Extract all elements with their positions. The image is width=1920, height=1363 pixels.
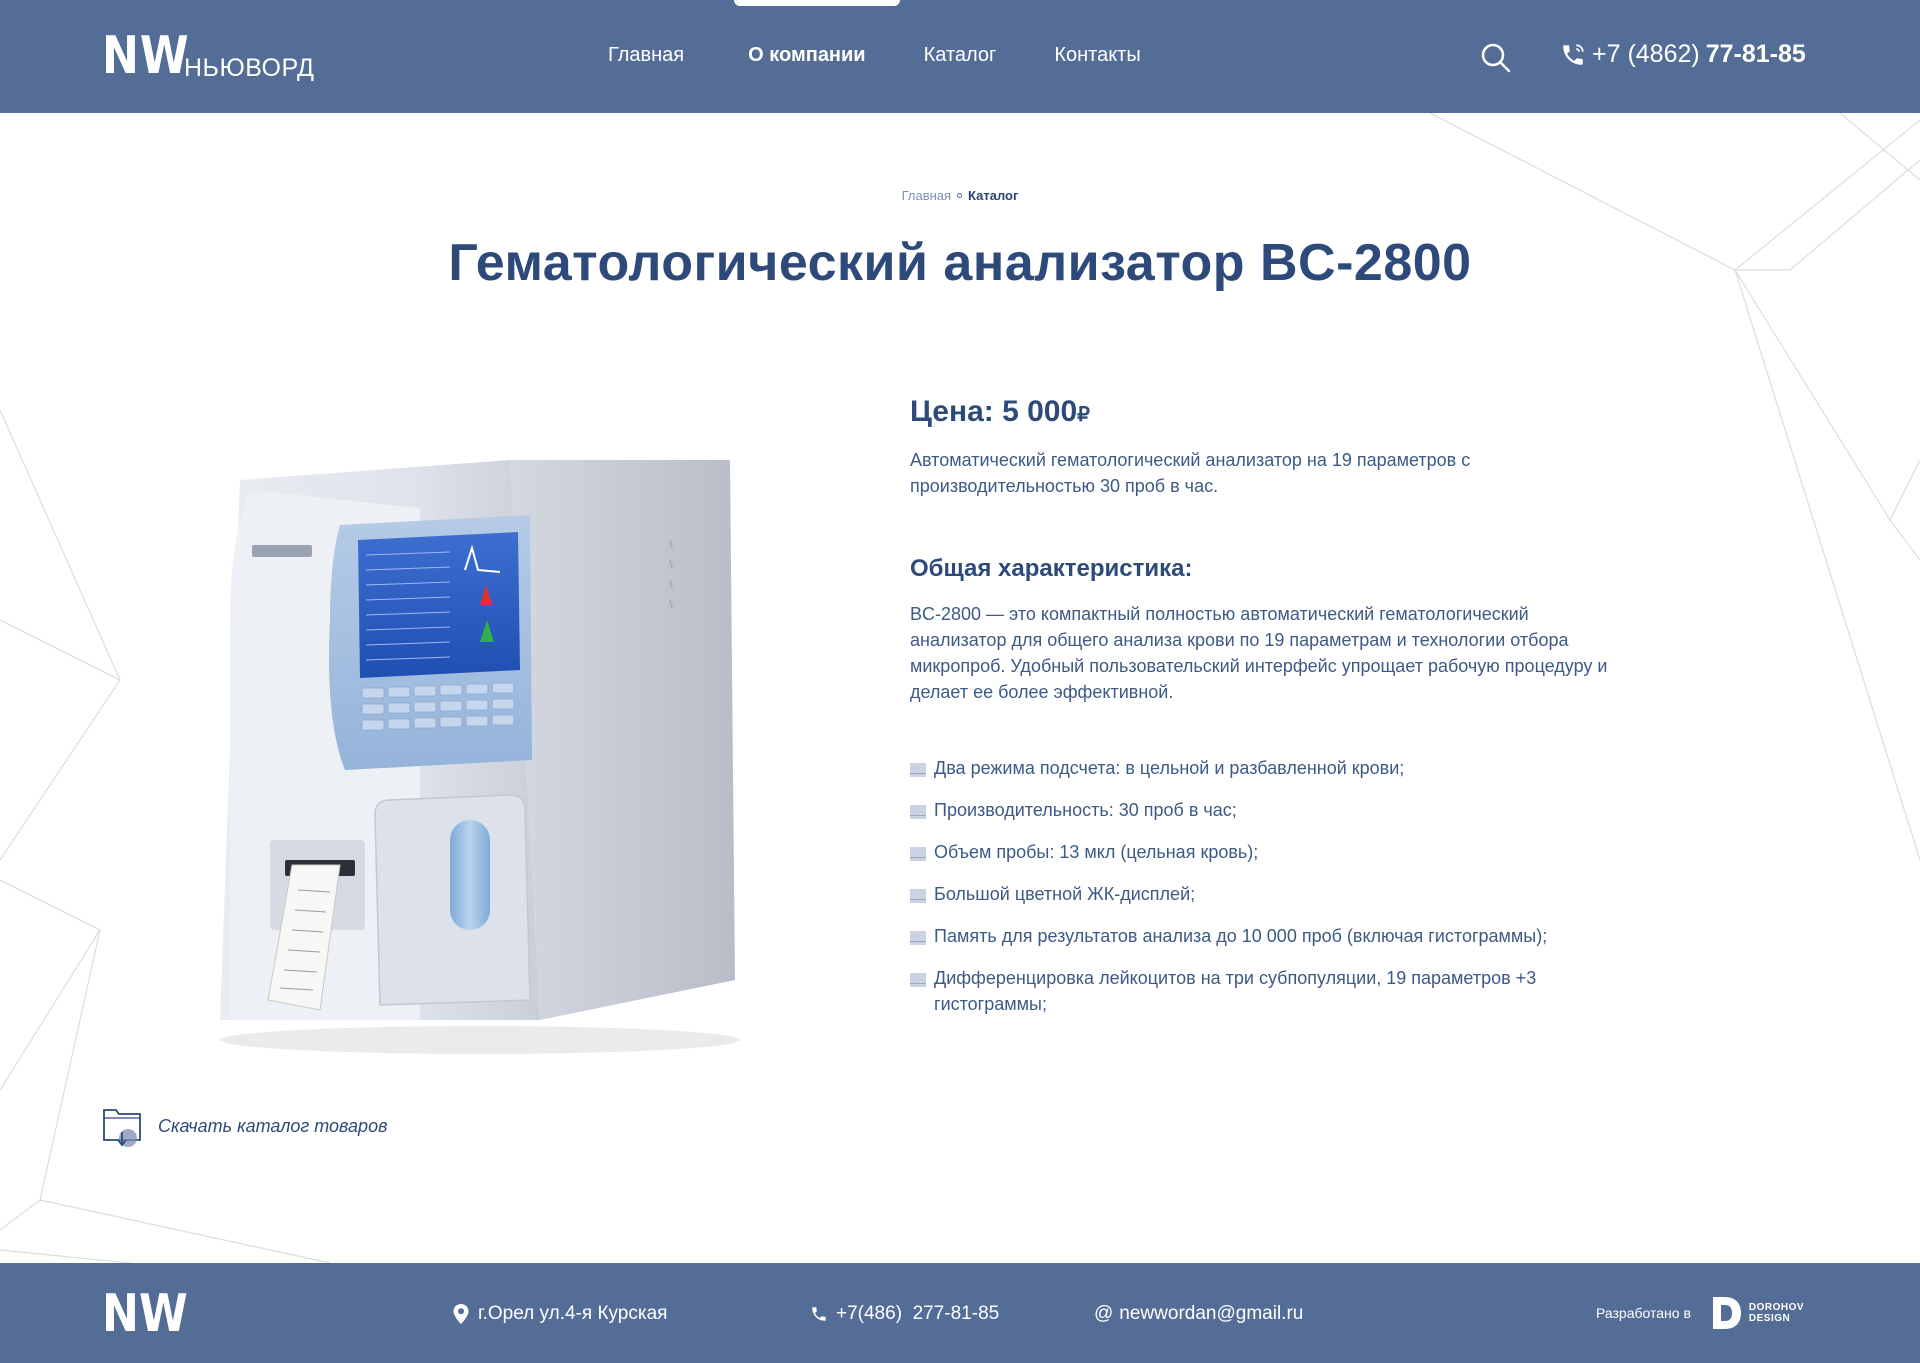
logo-mark: NW [102, 26, 190, 86]
download-catalog-label: Скачать каталог товаров [158, 1115, 388, 1136]
footer-phone-text: +7(486) 277-81-85 [836, 1303, 1000, 1324]
feature-text: Память для результатов анализа до 10 000… [934, 926, 1548, 946]
currency-symbol: ₽ [1077, 404, 1090, 426]
nav-item-catalog[interactable]: Каталог [924, 44, 997, 67]
bullet-icon [910, 847, 926, 861]
phone-icon [812, 1307, 826, 1321]
product-short-description: Автоматический гематологический анализат… [910, 450, 1471, 496]
feature-item: Большой цветной ЖК-дисплей; [910, 881, 1630, 907]
breadcrumb-current: Каталог [968, 188, 1019, 203]
page-title: Гематологический анализатор BC-2800 [448, 234, 1472, 292]
feature-item: Память для результатов анализа до 10 000… [910, 923, 1630, 949]
developer-name-line1: DOROHOV [1748, 1302, 1805, 1313]
footer-email-text: newwordan@gmail.ru [1119, 1303, 1304, 1324]
feature-list: Два режима подсчета: в цельной и разбавл… [910, 755, 1630, 1017]
phone-icon [1563, 43, 1584, 65]
feature-item: Два режима подсчета: в цельной и разбавл… [910, 755, 1630, 781]
active-tab-marker [734, 0, 900, 6]
main-nav: Главная О компании Каталог Контакты [608, 44, 1141, 67]
location-pin-icon [453, 1304, 469, 1324]
feature-text: Дифференцировка лейкоцитов на три субпоп… [934, 968, 1537, 1014]
nav-item-home[interactable]: Главная [608, 44, 684, 67]
footer-address-text: г.Орел ул.4-я Курская [478, 1303, 668, 1324]
price-label: Цена: 5 000 [910, 395, 1078, 428]
site-footer: NW г.Орел ул.4-я Курская +7(486) 277-81-… [0, 1263, 1920, 1363]
nav-item-about[interactable]: О компании [748, 44, 865, 67]
feature-text: Два режима подсчета: в цельной и разбавл… [934, 758, 1405, 778]
feature-text: Производительность: 30 проб в час; [934, 800, 1237, 820]
phone-prefix: +7 (4862) [1592, 40, 1700, 68]
footer-address: г.Орел ул.4-я Курская [452, 1303, 667, 1325]
developer-label: Разработано в [1596, 1305, 1691, 1321]
feature-item: Производительность: 30 проб в час; [910, 797, 1630, 823]
bullet-icon [910, 805, 926, 819]
product-details: Цена: 5 000₽ Автоматический гематологиче… [910, 395, 1630, 1033]
feature-text: Объем пробы: 13 мкл (цельная кровь); [934, 842, 1259, 862]
download-catalog-link[interactable]: Скачать каталог товаров [102, 1104, 387, 1148]
bullet-icon [910, 931, 926, 945]
breadcrumb-separator [957, 193, 963, 199]
developer-name: DOROHOV DESIGN [1749, 1302, 1804, 1324]
breadcrumb-home-link[interactable]: Главная [902, 188, 951, 203]
developer-name-line2: DESIGN [1748, 1313, 1791, 1324]
product-image [220, 460, 740, 1054]
header-phone[interactable]: +7 (4862) 77-81-85 [1560, 40, 1806, 69]
search-icon[interactable] [1480, 42, 1512, 74]
product-long-description: BC-2800 — это компактный полностью автом… [910, 604, 1608, 702]
bullet-icon [910, 973, 926, 987]
footer-phone[interactable]: +7(486) 277-81-85 [810, 1303, 999, 1325]
dorohov-logo-icon [1712, 1297, 1741, 1329]
nav-item-contacts[interactable]: Контакты [1054, 44, 1140, 67]
folder-download-icon [103, 1109, 141, 1147]
bullet-icon [910, 889, 926, 903]
footer-logo[interactable]: NW [102, 1288, 188, 1340]
at-sign-icon: @ [1094, 1303, 1114, 1324]
site-header: NW НЬЮВОРД Главная О компании Каталог Ко… [0, 0, 1920, 113]
logo-text: НЬЮВОРД [184, 54, 315, 82]
breadcrumb: Главная Каталог [0, 188, 1920, 203]
bullet-icon [910, 763, 926, 777]
feature-text: Большой цветной ЖК-дисплей; [934, 884, 1196, 904]
developer-logo: DOROHOV DESIGN [1711, 1295, 1804, 1331]
product-price: Цена: 5 000₽ [910, 395, 1630, 429]
general-specs-heading: Общая характеристика: [910, 555, 1193, 582]
developer-credit[interactable]: Разработано в DOROHOV DESIGN [1596, 1295, 1804, 1331]
feature-item: Дифференцировка лейкоцитов на три субпоп… [910, 965, 1630, 1017]
site-logo[interactable]: NW НЬЮВОРД [102, 30, 314, 82]
footer-email[interactable]: @ newwordan@gmail.ru [1094, 1303, 1303, 1325]
phone-number: 77-81-85 [1705, 40, 1806, 68]
feature-item: Объем пробы: 13 мкл (цельная кровь); [910, 839, 1630, 865]
